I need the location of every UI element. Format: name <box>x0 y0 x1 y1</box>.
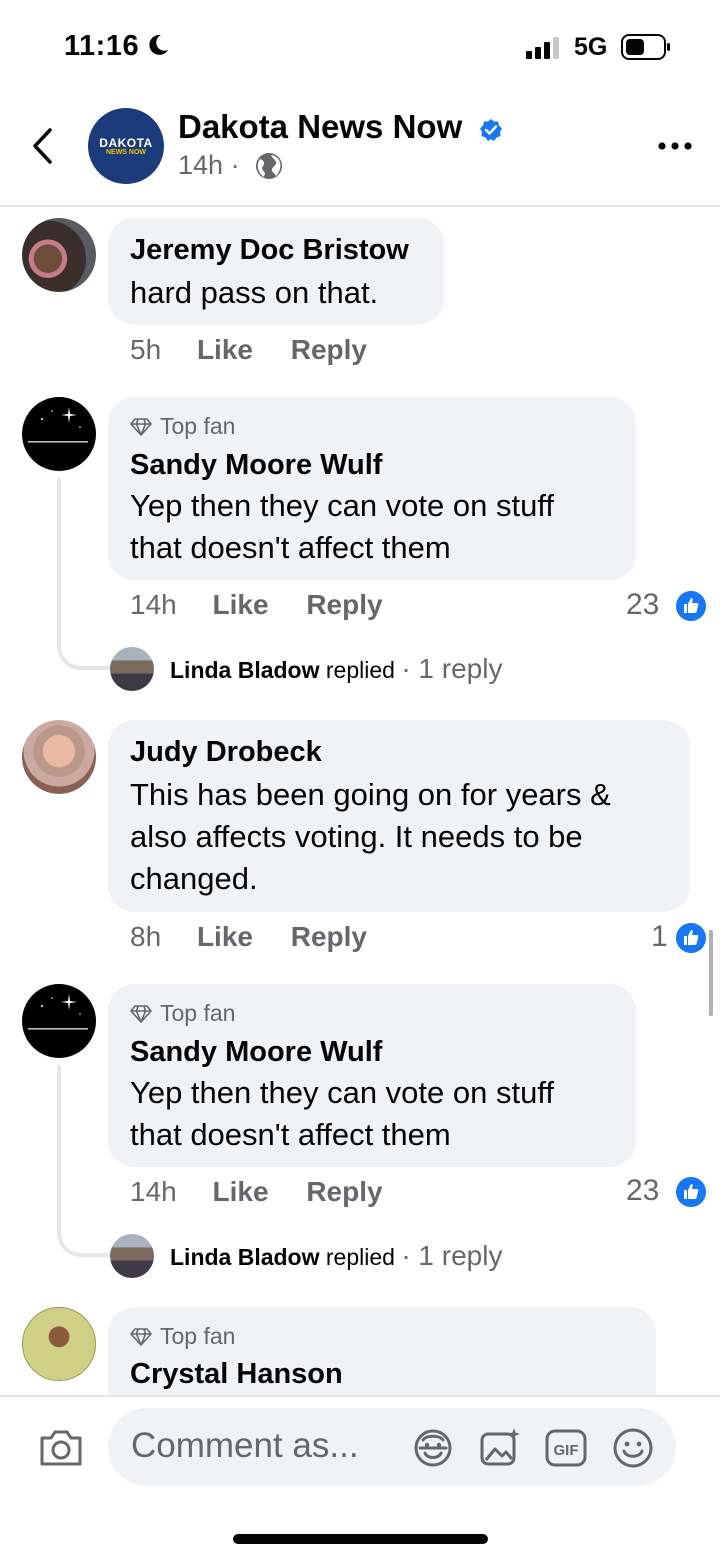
like-icon <box>676 923 706 953</box>
star-icon <box>28 407 88 443</box>
comment-author[interactable]: Sandy Moore Wulf <box>130 449 382 482</box>
reply-author: Linda Bladow <box>170 1244 320 1270</box>
thread-line <box>57 1065 61 1227</box>
reply-author: Linda Bladow <box>170 657 320 683</box>
comment-line: that doesn't affect them <box>130 1117 451 1152</box>
home-indicator[interactable] <box>233 1534 488 1544</box>
reaction-count[interactable]: 23 <box>626 588 659 622</box>
photo-icon[interactable] <box>478 1426 522 1470</box>
diamond-icon <box>130 1327 152 1346</box>
diamond-icon <box>130 1004 152 1023</box>
commenter-avatar[interactable] <box>22 218 96 292</box>
star-icon <box>28 994 88 1030</box>
logo-text: DAKOTA <box>99 136 153 150</box>
comment-placeholder: Comment as... <box>131 1426 359 1465</box>
thread-curve <box>57 636 111 670</box>
globe-icon <box>256 153 282 179</box>
comment-author[interactable]: Jeremy Doc Bristow <box>130 234 409 267</box>
top-fan-badge: Top fan <box>130 1323 235 1350</box>
post-time: 14h · <box>178 150 240 181</box>
reaction-count[interactable]: 23 <box>626 1174 659 1208</box>
commenter-avatar[interactable] <box>22 720 96 794</box>
comment-line: Yep then they can vote on stuff <box>130 1075 554 1110</box>
badge-label: Top fan <box>160 1323 236 1349</box>
scrollbar[interactable] <box>709 930 713 1016</box>
time-ago: 14h <box>178 150 224 180</box>
top-fan-badge: Top fan <box>130 1000 235 1027</box>
like-icon <box>676 591 706 621</box>
signal-icon <box>526 37 559 59</box>
svg-text:GIF: GIF <box>554 1442 579 1459</box>
thread-line <box>57 478 61 640</box>
composer-divider <box>0 1395 720 1397</box>
like-icon <box>676 1177 706 1207</box>
verified-icon <box>480 119 502 141</box>
comment-author[interactable]: Crystal Hanson <box>130 1358 343 1391</box>
like-button[interactable]: Like <box>197 921 253 952</box>
like-button[interactable]: Like <box>197 334 253 365</box>
comment-actions: 14h Like Reply <box>130 589 383 621</box>
reply-button[interactable]: Reply <box>291 334 367 365</box>
comment-bubble[interactable]: Judy Drobeck This has been going on for … <box>108 720 690 912</box>
commenter-avatar[interactable] <box>22 397 96 471</box>
emoji-icon[interactable] <box>611 1426 655 1470</box>
comment-time: 5h <box>130 334 162 365</box>
moon-icon <box>149 34 168 55</box>
comment-time: 8h <box>130 921 162 952</box>
reply-avatar[interactable] <box>110 647 154 691</box>
replied-verb: replied <box>325 657 395 683</box>
comment-line: This has been going on for years & <box>130 777 611 812</box>
like-button[interactable]: Like <box>213 589 269 620</box>
back-arrow-icon[interactable] <box>28 126 58 166</box>
replies-link[interactable]: Linda Bladow replied · 1 reply <box>170 653 502 685</box>
top-fan-badge: Top fan <box>130 413 235 440</box>
network-label: 5G <box>574 33 608 61</box>
replies-link[interactable]: Linda Bladow replied · 1 reply <box>170 1240 502 1272</box>
replied-verb: replied <box>325 1244 395 1270</box>
comment-line: Yep then they can vote on stuff <box>130 488 554 523</box>
comment-line: also affects voting. It needs to be <box>130 819 583 854</box>
comment-text: Yep then they can vote on stuff that doe… <box>130 1072 554 1156</box>
comment-time: 14h <box>130 589 177 620</box>
reply-count: · 1 reply <box>401 1240 503 1271</box>
comment-bubble[interactable]: Top fan Sandy Moore Wulf Yep then they c… <box>108 397 636 580</box>
separator: · <box>230 150 240 180</box>
comment-text: Yep then they can vote on stuff that doe… <box>130 485 554 569</box>
comment-text: This has been going on for years & also … <box>130 774 611 900</box>
comment-actions: 5h Like Reply <box>130 334 367 366</box>
battery-icon <box>621 34 670 60</box>
commenter-avatar[interactable] <box>22 984 96 1058</box>
reaction-count[interactable]: 1 <box>651 920 668 954</box>
camera-icon[interactable] <box>38 1427 84 1469</box>
comment-bubble[interactable]: Top fan Sandy Moore Wulf Yep then they c… <box>108 984 636 1167</box>
badge-label: Top fan <box>160 1000 236 1026</box>
comment-line: that doesn't affect them <box>130 530 451 565</box>
comment-author[interactable]: Judy Drobeck <box>130 736 322 769</box>
like-button[interactable]: Like <box>213 1176 269 1207</box>
comment-author[interactable]: Sandy Moore Wulf <box>130 1036 382 1069</box>
reply-avatar[interactable] <box>110 1234 154 1278</box>
logo-subtext: NEWS NOW <box>105 149 147 156</box>
status-time: 11:16 <box>64 30 140 62</box>
more-icon[interactable] <box>656 133 694 159</box>
badge-label: Top fan <box>160 413 236 439</box>
reply-count: · 1 reply <box>401 653 503 684</box>
thread-curve <box>57 1223 111 1257</box>
page-name[interactable]: Dakota News Now <box>178 108 462 146</box>
gif-icon[interactable]: GIF <box>544 1426 588 1470</box>
comment-actions: 14h Like Reply <box>130 1176 383 1208</box>
comment-actions: 8h Like Reply <box>130 921 367 953</box>
comment-line: changed. <box>130 861 258 896</box>
comment-time: 14h <box>130 1176 177 1207</box>
reply-button[interactable]: Reply <box>291 921 367 952</box>
avatar-frame-icon[interactable] <box>411 1426 455 1470</box>
comment-text: hard pass on that. <box>130 275 379 310</box>
page-avatar[interactable]: DAKOTA NEWS NOW <box>88 108 164 184</box>
diamond-icon <box>130 417 152 436</box>
comment-bubble[interactable]: Jeremy Doc Bristow hard pass on that. <box>108 218 444 325</box>
reply-button[interactable]: Reply <box>306 1176 382 1207</box>
reply-button[interactable]: Reply <box>306 589 382 620</box>
commenter-avatar[interactable] <box>22 1307 96 1381</box>
header-divider <box>0 205 720 207</box>
